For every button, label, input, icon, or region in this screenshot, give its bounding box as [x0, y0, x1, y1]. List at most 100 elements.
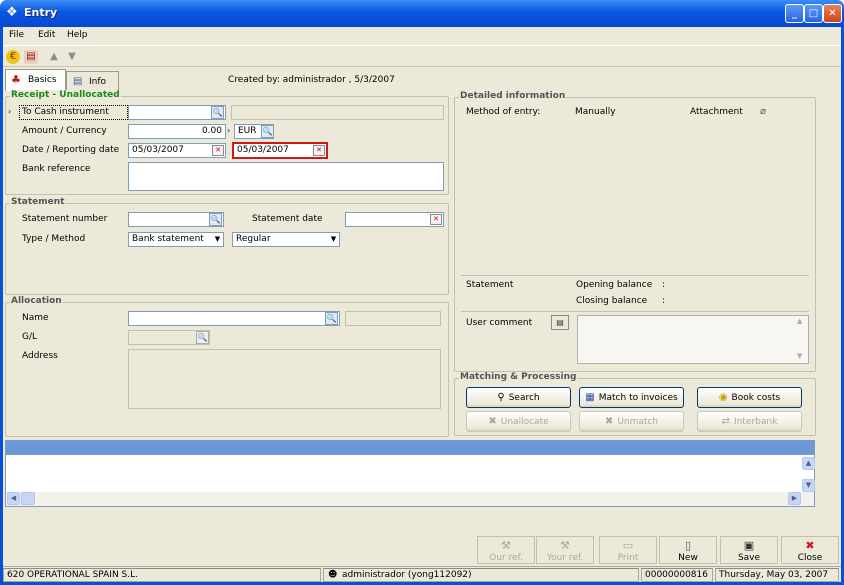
your-ref-button[interactable]: ⚒ Your ref.	[536, 536, 594, 564]
bank-reference-input[interactable]	[128, 162, 444, 191]
new-document-icon: ▯	[684, 539, 692, 552]
method-dropdown-icon[interactable]: ▼	[328, 233, 339, 246]
coins-icon: ◉	[718, 392, 728, 403]
cherries-icon: ♣	[11, 73, 21, 86]
allocation-panel: Allocation Name 🔍 G/L 🔍 Address	[5, 296, 449, 437]
menu-bar: File Edit Help	[3, 27, 841, 44]
close-window-button[interactable]: ✕	[823, 4, 842, 23]
close-button[interactable]: ✖ Close	[781, 536, 839, 564]
status-user-text: administrador (yong112092)	[342, 570, 472, 580]
comment-scroll-down-icon[interactable]: ▼	[797, 352, 802, 360]
opening-balance-label: Opening balance	[576, 280, 653, 290]
entries-grid[interactable]: ▲ ▼ ◀ ▶	[5, 440, 815, 507]
binoculars-icon: ⚲	[497, 392, 505, 403]
type-select[interactable]: Bank statement	[128, 232, 224, 247]
book-costs-label: Book costs	[731, 393, 781, 403]
address-field	[128, 349, 441, 409]
name-lookup-icon[interactable]: 🔍	[325, 312, 338, 325]
tab-info[interactable]: ▤ Info	[66, 71, 119, 91]
down-arrow-icon[interactable]: ▼	[65, 50, 79, 64]
print-button[interactable]: ▭ Print	[599, 536, 657, 564]
currency-icon[interactable]: €	[6, 50, 20, 64]
search-button[interactable]: ⚲ Search	[466, 387, 571, 408]
status-bar: 620 OPERATIONAL SPAIN S.L. ☻ administrad…	[3, 566, 841, 582]
detailed-info-panel: Detailed information Method of entry: Ma…	[454, 91, 816, 372]
grid-scroll-right-icon[interactable]: ▶	[788, 492, 801, 505]
tab-basics[interactable]: ♣ Basics	[5, 69, 66, 91]
interbank-button[interactable]: ⇄ Interbank	[697, 411, 802, 432]
paperclip-icon[interactable]: ⌀	[760, 106, 766, 117]
our-ref-button[interactable]: ⚒ Our ref.	[477, 536, 535, 564]
close-x-icon: ✖	[805, 539, 815, 552]
amount-label: Amount / Currency	[22, 126, 107, 136]
status-company: 620 OPERATIONAL SPAIN S.L.	[3, 568, 321, 582]
menu-file[interactable]: File	[9, 30, 24, 40]
interbank-label: Interbank	[734, 417, 778, 427]
bank-reference-label: Bank reference	[22, 164, 91, 174]
grid-scroll-up-icon[interactable]: ▲	[802, 457, 815, 470]
print-label: Print	[617, 553, 639, 563]
currency-lookup-icon[interactable]: 🔍	[261, 125, 274, 138]
grid-header	[6, 441, 814, 455]
new-button[interactable]: ▯ New	[659, 536, 717, 564]
reporting-date-calendar-icon[interactable]: ✕	[313, 145, 325, 156]
our-ref-icon: ⚒	[501, 539, 511, 552]
method-select[interactable]: Regular	[232, 232, 340, 247]
up-arrow-icon[interactable]: ▲	[47, 50, 61, 64]
status-date: Thursday, May 03, 2007	[715, 568, 839, 582]
save-label: Save	[737, 553, 761, 563]
menu-help[interactable]: Help	[67, 30, 88, 40]
required-marker-icon: ›	[8, 107, 12, 116]
grid-scroll-thumb[interactable]	[21, 492, 35, 505]
action-bar: ⚒ Our ref. ⚒ Your ref. ▭ Print ▯ New ▣ Save ✖…	[3, 535, 841, 565]
statement-date-label: Statement date	[252, 214, 323, 224]
title-bar[interactable]: ❖ Entry _ □ ✕	[0, 0, 844, 27]
match-invoices-button[interactable]: ▦ Match to invoices	[579, 387, 684, 408]
maximize-button[interactable]: □	[804, 4, 823, 23]
grid-scroll-down-icon[interactable]: ▼	[802, 479, 815, 492]
grid-horizontal-scrollbar[interactable]: ◀ ▶	[6, 492, 814, 506]
date-label: Date / Reporting date	[22, 145, 120, 155]
matching-legend: Matching & Processing	[459, 372, 578, 382]
receipt-legend: Receipt - Unallocated	[10, 90, 121, 100]
menu-edit[interactable]: Edit	[38, 30, 55, 40]
name-code-field	[345, 311, 441, 326]
unmatch-button[interactable]: ✖ Unmatch	[579, 411, 684, 432]
search-button-label: Search	[508, 393, 540, 403]
window-title: Entry	[24, 6, 58, 19]
statement-lookup-icon[interactable]: 🔍	[209, 213, 222, 226]
printer-icon: ▭	[622, 539, 634, 552]
divider	[461, 311, 809, 312]
detailed-info-legend: Detailed information	[459, 91, 567, 101]
to-cash-description	[231, 105, 444, 120]
comment-scroll-up-icon[interactable]: ▲	[797, 317, 802, 325]
amount-input[interactable]: 0.00	[128, 124, 226, 139]
opening-balance-value: :	[662, 280, 666, 290]
statement-date-calendar-icon[interactable]: ✕	[430, 214, 442, 225]
date-calendar-icon[interactable]: ✕	[212, 145, 224, 156]
toolbar: € ▤ ▲ ▼	[3, 45, 841, 67]
unallocate-button[interactable]: ✖ Unallocate	[466, 411, 571, 432]
search-lookup-icon[interactable]: 🔍	[211, 106, 224, 119]
statement-panel: Statement Statement number 🔍 Statement d…	[5, 197, 449, 295]
comment-edit-icon[interactable]: ▤	[551, 315, 569, 330]
status-user: ☻ administrador (yong112092)	[323, 568, 639, 582]
minimize-button[interactable]: _	[785, 4, 804, 23]
unmatch-icon: ✖	[604, 416, 614, 427]
grid-scroll-left-icon[interactable]: ◀	[7, 492, 20, 505]
book-icon[interactable]: ▤	[24, 50, 38, 64]
created-by-text: Created by: administrador , 5/3/2007	[228, 75, 395, 85]
statement-number-label: Statement number	[22, 214, 108, 224]
save-button[interactable]: ▣ Save	[720, 536, 778, 564]
application-window: ❖ Entry _ □ ✕ File Edit Help € ▤ ▲ ▼ ♣ B…	[0, 0, 844, 585]
interbank-icon: ⇄	[721, 416, 731, 427]
status-number: 00000000816	[641, 568, 713, 582]
book-costs-button[interactable]: ◉ Book costs	[697, 387, 802, 408]
your-ref-icon: ⚒	[560, 539, 570, 552]
currency-marker-icon: ›	[227, 126, 231, 135]
type-dropdown-icon[interactable]: ▼	[212, 233, 223, 246]
user-comment-input[interactable]	[577, 315, 809, 364]
attachment-label: Attachment	[690, 107, 743, 117]
name-input[interactable]	[128, 311, 340, 326]
unallocate-label: Unallocate	[500, 417, 549, 427]
